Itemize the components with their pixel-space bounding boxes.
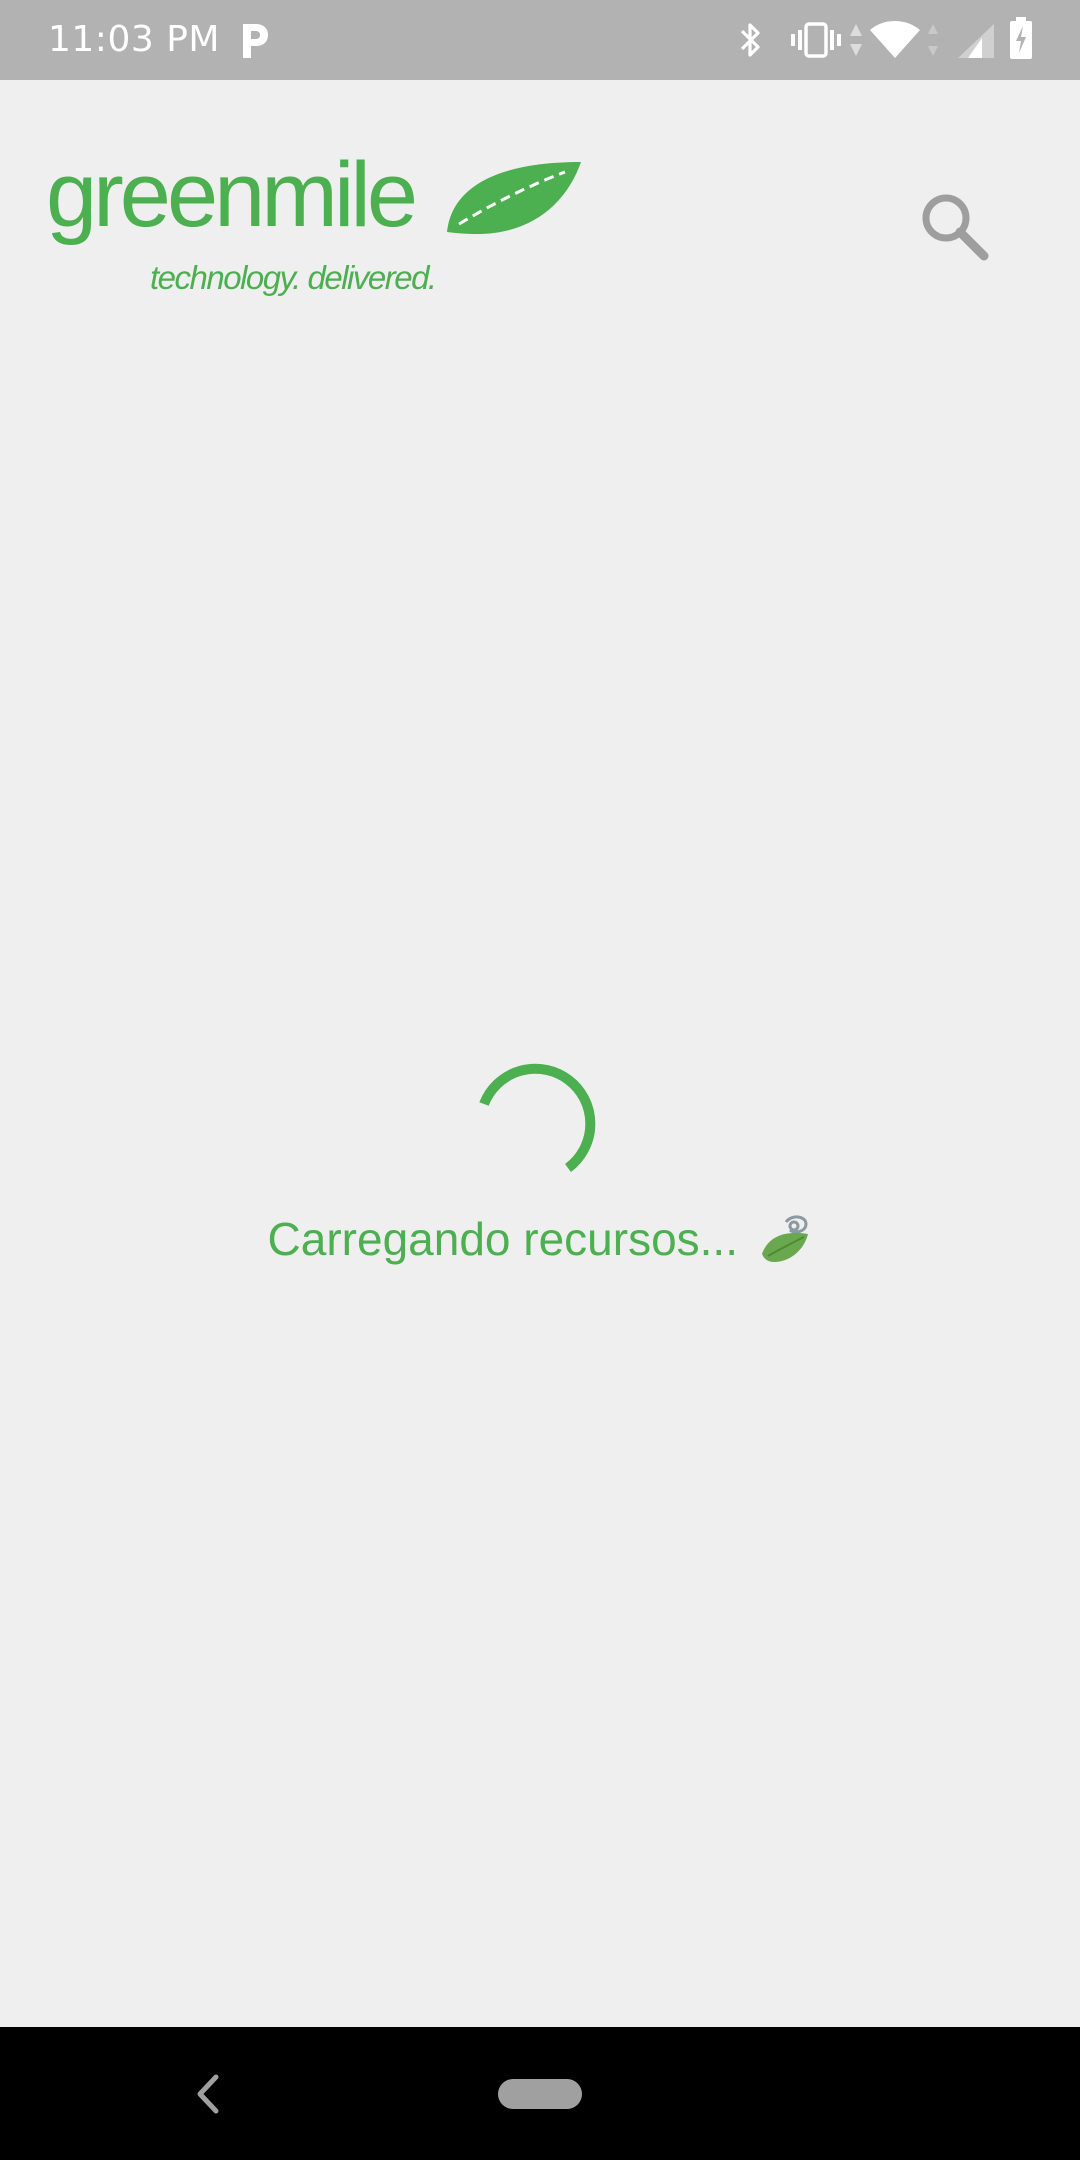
leaf-loading-icon [762, 1215, 809, 1262]
loading-message-row: Carregando recursos... [0, 1206, 1080, 1276]
app-header: greenmile technology. delivered. [0, 80, 1080, 296]
wifi-icon [868, 20, 922, 65]
greenmile-logo: greenmile technology. delivered. [46, 144, 581, 348]
search-icon [922, 194, 989, 261]
leaf-icon [447, 162, 581, 234]
vibrate-icon [790, 22, 842, 63]
data-arrows-icon [848, 22, 864, 63]
logo-wordmark: greenmile [46, 144, 418, 246]
system-nav-bar [0, 2027, 1080, 2160]
wifi-data-arrows-icon [926, 22, 940, 63]
back-chevron-icon[interactable] [188, 2071, 228, 2117]
status-icons [720, 0, 1080, 80]
search-button[interactable] [904, 176, 1004, 276]
battery-charging-icon [1008, 16, 1034, 65]
loading-spinner [479, 1063, 596, 1173]
signal-icon [956, 22, 996, 65]
logo-tagline: technology. delivered. [150, 259, 437, 296]
bluetooth-icon [738, 20, 764, 65]
status-time: 11:03 PM [48, 19, 220, 60]
parking-p-icon [243, 24, 268, 58]
home-pill-icon[interactable] [498, 2079, 582, 2109]
status-bar: 11:03 PM [0, 0, 1080, 80]
loading-message: Carregando recursos... [267, 1213, 738, 1265]
